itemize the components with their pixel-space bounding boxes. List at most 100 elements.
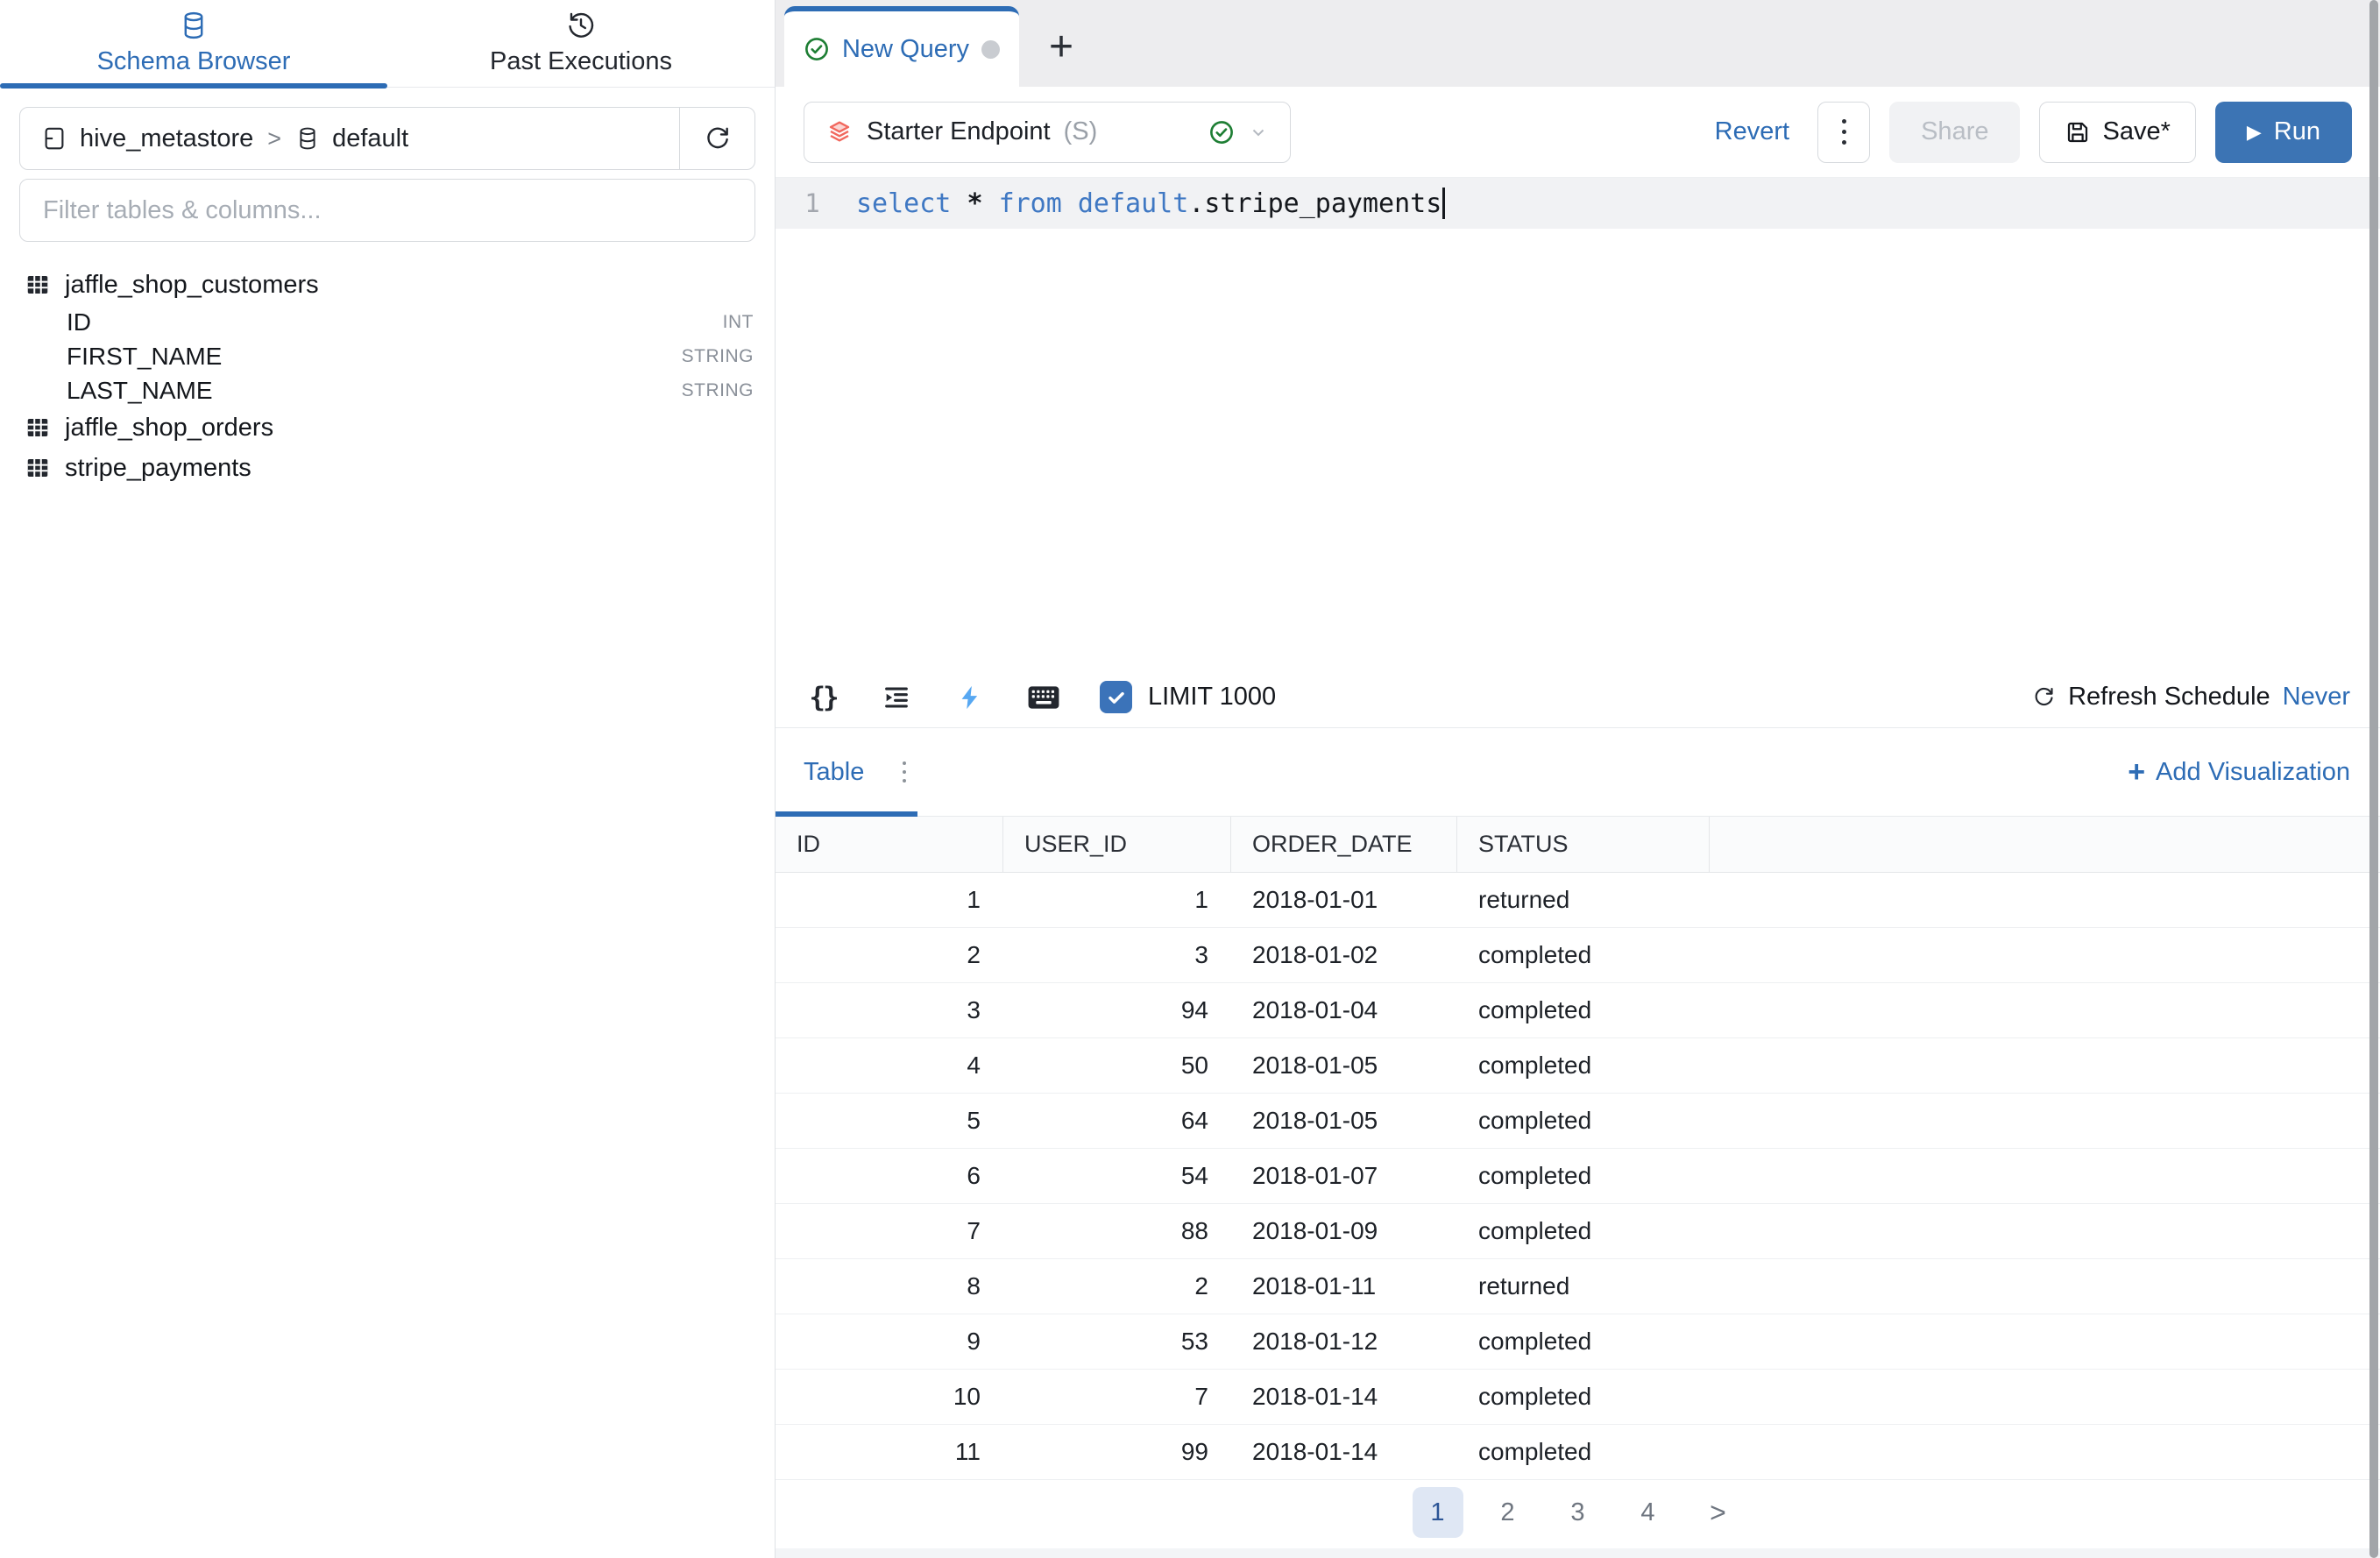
cell-id: 1 (776, 886, 1003, 914)
sidebar-tabs: Schema Browser Past Executions (0, 0, 775, 88)
column-header-status: STATUS (1457, 817, 1710, 872)
results-grid-header: ID USER_ID ORDER_DATE STATUS (776, 817, 2380, 873)
column-header-user-id: USER_ID (1003, 817, 1231, 872)
refresh-schedule: Refresh Schedule Never (2032, 683, 2350, 712)
limit-label: LIMIT 1000 (1148, 683, 1276, 712)
sql-token: from (999, 188, 1062, 219)
endpoint-selector[interactable]: Starter Endpoint (S) (804, 102, 1291, 163)
save-button[interactable]: Save* (2039, 102, 2195, 163)
cell-status: returned (1457, 886, 1710, 914)
column-header-order-date: ORDER_DATE (1231, 817, 1457, 872)
schema-breadcrumb[interactable]: hive_metastore > default (20, 124, 679, 153)
refresh-schedule-value[interactable]: Never (2283, 683, 2350, 712)
share-button[interactable]: Share (1889, 102, 2020, 163)
lightning-icon (957, 683, 983, 712)
keyboard-shortcuts-button[interactable] (1026, 680, 1061, 715)
next-page-button[interactable]: > (1693, 1487, 1744, 1538)
column-item-first-name[interactable]: FIRST_NAME STRING (25, 339, 754, 373)
table-item-jaffle-shop-customers[interactable]: jaffle_shop_customers (25, 265, 754, 305)
run-button-label: Run (2274, 117, 2320, 146)
catalog-icon (41, 125, 67, 152)
table-row: 4 50 2018-01-05 completed (776, 1038, 2380, 1094)
query-header: Starter Endpoint (S) Revert Share (776, 87, 2380, 178)
table-row: 5 64 2018-01-05 completed (776, 1094, 2380, 1149)
column-type: STRING (682, 346, 754, 367)
more-actions-button[interactable] (1817, 102, 1870, 163)
sql-token: * (967, 188, 982, 219)
cell-status: completed (1457, 1107, 1710, 1135)
table-row: 7 88 2018-01-09 completed (776, 1204, 2380, 1259)
sql-editor[interactable]: 1 select * from default.stripe_payments (776, 178, 2380, 667)
cell-order-date: 2018-01-01 (1231, 886, 1457, 914)
table-row: 9 53 2018-01-12 completed (776, 1314, 2380, 1370)
line-number: 1 (776, 188, 849, 218)
table-row: 11 99 2018-01-14 completed (776, 1425, 2380, 1480)
active-view-underline (776, 811, 917, 817)
cell-order-date: 2018-01-14 (1231, 1383, 1457, 1411)
schema-sidebar: Schema Browser Past Executions (0, 0, 776, 1558)
active-code-line: 1 select * from default.stripe_payments (776, 178, 2380, 229)
scrollbar-thumb[interactable] (2369, 0, 2378, 1558)
table-row: 1 1 2018-01-01 returned (776, 873, 2380, 928)
vertical-scrollbar[interactable] (2368, 0, 2380, 1558)
sql-token (1062, 188, 1078, 219)
page-button-3[interactable]: 3 (1553, 1487, 1604, 1538)
limit-checkbox[interactable] (1100, 681, 1132, 713)
cell-user-id: 94 (1003, 996, 1231, 1024)
page-button-2[interactable]: 2 (1483, 1487, 1534, 1538)
query-tab-label: New Query (842, 35, 969, 64)
refresh-icon (704, 124, 732, 152)
column-name: LAST_NAME (67, 377, 213, 405)
chevron-down-icon (1248, 122, 1269, 143)
column-header-id: ID (776, 817, 1003, 872)
schema-name: default (332, 124, 408, 153)
format-query-button[interactable] (879, 680, 914, 715)
cell-status: completed (1457, 1052, 1710, 1080)
column-item-last-name[interactable]: LAST_NAME STRING (25, 373, 754, 407)
table-grid-icon (25, 414, 51, 441)
column-name: ID (67, 308, 91, 336)
autocomplete-button[interactable] (953, 680, 988, 715)
database-icon (295, 126, 320, 151)
play-icon: ▶ (2247, 123, 2262, 142)
cell-order-date: 2018-01-09 (1231, 1217, 1457, 1245)
table-row: 8 2 2018-01-11 returned (776, 1259, 2380, 1314)
refresh-schema-button[interactable] (679, 108, 754, 169)
table-grid-icon (25, 455, 51, 481)
check-circle-icon (1208, 119, 1235, 145)
revert-link[interactable]: Revert (1715, 117, 1789, 146)
new-tab-button[interactable]: + (1019, 6, 1103, 87)
cell-status: completed (1457, 996, 1710, 1024)
column-item-id[interactable]: ID INT (25, 305, 754, 339)
column-type: INT (723, 312, 754, 333)
cell-id: 8 (776, 1272, 1003, 1300)
cell-id: 3 (776, 996, 1003, 1024)
table-item-stripe-payments[interactable]: stripe_payments (25, 448, 754, 488)
cell-id: 5 (776, 1107, 1003, 1135)
filter-tables-input[interactable] (43, 196, 732, 225)
table-view-menu-button[interactable] (903, 761, 906, 783)
schema-table-list: jaffle_shop_customers ID INT FIRST_NAME … (0, 265, 775, 488)
table-item-jaffle-shop-orders[interactable]: jaffle_shop_orders (25, 407, 754, 448)
cell-user-id: 53 (1003, 1328, 1231, 1356)
cell-status: completed (1457, 1383, 1710, 1411)
run-button[interactable]: ▶ Run (2215, 102, 2352, 163)
table-row: 3 94 2018-01-04 completed (776, 983, 2380, 1038)
plus-icon: + (2128, 757, 2145, 787)
page-button-1[interactable]: 1 (1413, 1487, 1463, 1538)
braces-icon: {} (809, 682, 836, 713)
cell-id: 9 (776, 1328, 1003, 1356)
endpoint-name: Starter Endpoint (867, 117, 1051, 146)
cell-order-date: 2018-01-05 (1231, 1107, 1457, 1135)
cell-id: 2 (776, 941, 1003, 969)
snippets-button[interactable]: {} (805, 680, 840, 715)
tab-schema-browser[interactable]: Schema Browser (0, 0, 387, 87)
tab-table-view[interactable]: Table (804, 758, 864, 787)
add-visualization-button[interactable]: + Add Visualization (2128, 757, 2350, 787)
cell-user-id: 50 (1003, 1052, 1231, 1080)
save-icon (2065, 119, 2091, 145)
tab-new-query[interactable]: New Query (784, 6, 1019, 87)
tab-past-executions[interactable]: Past Executions (387, 0, 775, 87)
cell-user-id: 64 (1003, 1107, 1231, 1135)
page-button-4[interactable]: 4 (1623, 1487, 1674, 1538)
